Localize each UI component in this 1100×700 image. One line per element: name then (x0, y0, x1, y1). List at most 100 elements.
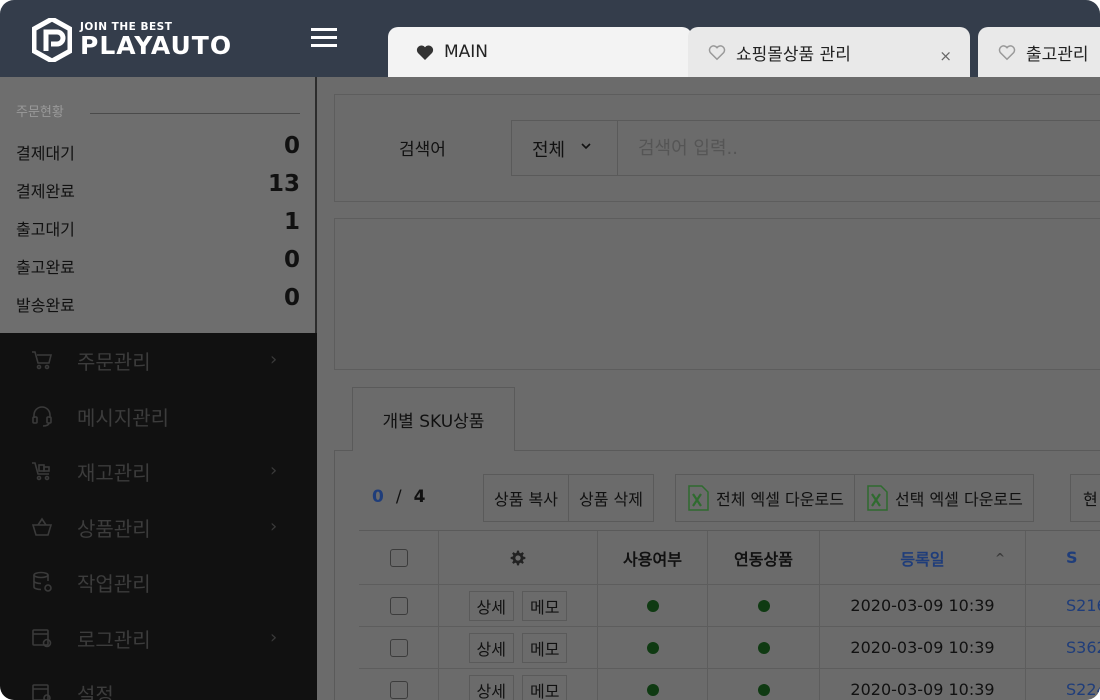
menu-toggle-icon[interactable] (311, 28, 337, 48)
total-count: 4 (413, 487, 426, 507)
sku-link[interactable]: S224 (1026, 669, 1100, 700)
sidebar-item-label: 상품관리 (77, 516, 151, 541)
sidebar-item-messages[interactable]: 메시지관리 (0, 389, 317, 445)
delete-product-label: 상품 삭제 (578, 490, 643, 509)
status-row-shipment-complete[interactable]: 출고완료 0 (16, 247, 300, 285)
status-row-payment-pending[interactable]: 결제대기 0 (16, 133, 300, 171)
chevron-right-icon: › (270, 349, 278, 370)
status-count: 1 (283, 209, 300, 235)
status-row-delivery-complete[interactable]: 발송완료 0 (16, 285, 300, 323)
log-icon (32, 628, 52, 647)
search-scope-select[interactable]: 전체 (511, 120, 618, 176)
status-dot (646, 641, 659, 654)
tab-main[interactable]: MAIN (388, 27, 692, 77)
chevron-right-icon: › (270, 626, 278, 648)
more-action-button[interactable]: 현 (1070, 474, 1100, 522)
header-registered-date[interactable]: 등록일 ^ (820, 531, 1026, 584)
status-count: 0 (283, 285, 300, 311)
search-scope-value: 전체 (532, 140, 566, 161)
cart-icon (32, 351, 53, 370)
sort-ascending-icon[interactable]: ^ (995, 551, 1005, 565)
status-row-shipment-pending[interactable]: 출고대기 1 (16, 209, 300, 247)
sidebar-item-label: 설정 (77, 683, 114, 700)
delete-product-button[interactable]: 상품 삭제 (568, 474, 654, 522)
status-dot (757, 599, 770, 612)
header-sku[interactable]: S (1026, 531, 1100, 584)
heart-filled-icon (416, 45, 434, 60)
header-use-status[interactable]: 사용여부 (598, 531, 708, 584)
select-all-checkbox[interactable] (389, 548, 408, 567)
sidebar-item-orders[interactable]: 주문관리 › (0, 333, 317, 389)
row-select-cell (359, 627, 439, 668)
logo-name: PLAYAUTO (80, 31, 233, 60)
use-status-cell (598, 627, 708, 668)
chevron-down-icon (581, 143, 591, 150)
copy-product-label: 상품 복사 (494, 490, 558, 509)
sidebar-item-label: 주문관리 (77, 350, 151, 374)
table-row[interactable]: 상세 메모 2020-03-09 10:39 S216 (359, 585, 1100, 627)
counter-separator: / (395, 487, 402, 507)
sidebar: 주문현황 결제대기 0 결제완료 13 출고대기 1 출고완료 0 발송완료 0 (0, 77, 317, 700)
sku-link[interactable]: S362 (1026, 627, 1100, 668)
playauto-logo[interactable]: JOIN THE BEST PLAYAUTO (32, 17, 232, 63)
detail-button[interactable]: 상세 (468, 590, 514, 621)
sku-link[interactable]: S216 (1026, 585, 1100, 626)
sidebar-item-jobs[interactable]: 작업관리 (0, 555, 317, 611)
tab-shipping-label: 출고관리 (1026, 44, 1089, 65)
tab-shipping[interactable]: 출고관리 (978, 27, 1100, 77)
sidebar-item-inventory[interactable]: 재고관리 › (0, 444, 317, 500)
inventory-cart-icon (32, 462, 50, 481)
detail-button[interactable]: 상세 (468, 632, 514, 663)
row-checkbox[interactable] (389, 680, 408, 699)
sidebar-item-products[interactable]: 상품관리 › (0, 500, 317, 556)
row-checkbox[interactable] (389, 638, 408, 657)
tab-individual-sku[interactable]: 개별 SKU상품 (352, 387, 515, 451)
tab-shopping-mall-products[interactable]: 쇼핑몰상품 관리 × (688, 27, 970, 77)
copy-product-button[interactable]: 상품 복사 (483, 474, 569, 522)
more-action-group: 현 (1070, 474, 1100, 522)
chevron-right-icon: › (270, 515, 278, 537)
table-row[interactable]: 상세 메모 2020-03-09 10:39 S224 (359, 669, 1100, 700)
chevron-right-icon: › (270, 460, 278, 481)
memo-button[interactable]: 메모 (522, 632, 568, 663)
linked-cell (708, 669, 820, 700)
row-checkbox[interactable] (389, 596, 408, 615)
status-label: 출고대기 (16, 220, 75, 239)
sidebar-item-settings[interactable]: 설정 (0, 666, 317, 700)
sidebar-item-logs[interactable]: 로그관리 › (0, 611, 317, 667)
row-action-cell: 상세 메모 (439, 627, 598, 668)
use-status-cell (598, 585, 708, 626)
top-bar: JOIN THE BEST PLAYAUTO MAIN 쇼핑몰상품 관리 × 출… (0, 0, 1100, 77)
header-select-all[interactable] (359, 531, 439, 584)
heart-outline-icon (998, 44, 1016, 60)
status-row-payment-complete[interactable]: 결제완료 13 (16, 171, 300, 209)
basket-icon (31, 517, 53, 536)
detail-button[interactable]: 상세 (468, 674, 514, 700)
download-selected-excel-button[interactable]: 선택 엑셀 다운로드 (854, 474, 1034, 522)
heart-outline-icon (708, 44, 726, 60)
header-settings[interactable] (439, 531, 598, 584)
search-panel: 검색어 전체 (334, 94, 1100, 202)
close-tab-icon[interactable]: × (939, 47, 952, 65)
table-header: 사용여부 연동상품 등록일 ^ S (359, 530, 1100, 585)
table-row[interactable]: 상세 메모 2020-03-09 10:39 S362 (359, 627, 1100, 669)
use-status-cell (598, 669, 708, 700)
status-label: 결제대기 (16, 144, 75, 163)
status-dot (757, 641, 770, 654)
header-linked-products[interactable]: 연동상품 (708, 531, 820, 584)
order-status-panel: 주문현황 결제대기 0 결제완료 13 출고대기 1 출고완료 0 발송완료 0 (0, 77, 317, 333)
gear-icon[interactable] (510, 550, 526, 566)
search-input[interactable] (617, 120, 1100, 176)
headset-icon (32, 405, 52, 427)
status-count: 0 (283, 247, 300, 273)
sidebar-item-label: 로그관리 (77, 627, 151, 652)
memo-button[interactable]: 메모 (522, 590, 568, 621)
download-all-excel-button[interactable]: 전체 엑셀 다운로드 (675, 474, 855, 522)
registered-date-cell: 2020-03-09 10:39 (820, 627, 1026, 668)
status-label: 결제완료 (16, 182, 75, 201)
excel-action-group: 전체 엑셀 다운로드 선택 엑셀 다운로드 (675, 474, 1034, 522)
divider (90, 113, 300, 114)
memo-button[interactable]: 메모 (522, 674, 568, 700)
selection-counter: 0 / 4 (372, 487, 425, 507)
row-select-cell (359, 669, 439, 700)
